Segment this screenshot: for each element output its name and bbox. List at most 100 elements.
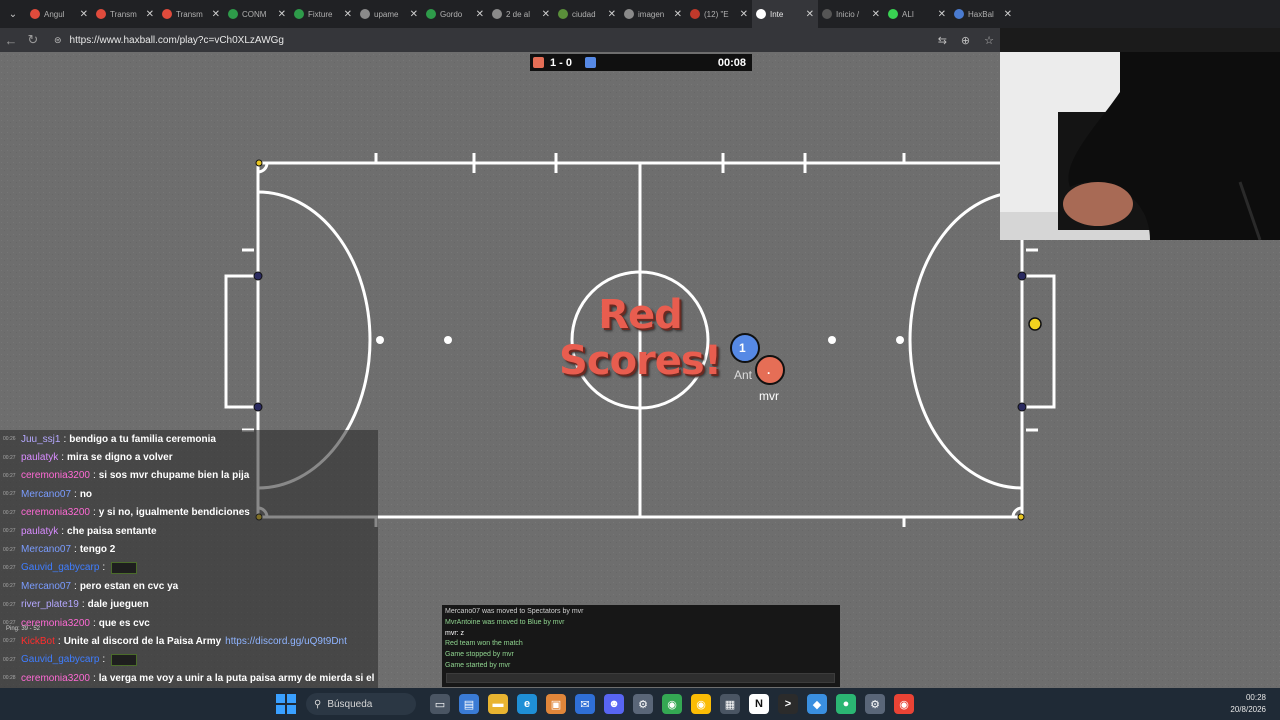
tab-favicon-icon <box>756 9 766 19</box>
browser-tab[interactable]: 2 de al ✕ <box>488 0 554 28</box>
zoom-icon[interactable]: ⊕ <box>961 34 970 47</box>
chat-username[interactable]: ceremonia3200 <box>21 673 90 684</box>
browser-tab[interactable]: HaxBal ✕ <box>950 0 1016 28</box>
close-tab-icon[interactable]: ✕ <box>410 9 418 20</box>
gear-app-app-icon[interactable]: ⚙ <box>865 694 885 714</box>
chat-username[interactable]: Mercano07 <box>21 581 71 592</box>
chat-message: 00:27 paulatyk: che paisa sentante <box>0 522 378 540</box>
taskbar-search[interactable]: ⚲ Búsqueda <box>306 693 416 715</box>
close-tab-icon[interactable]: ✕ <box>344 9 352 20</box>
app-green-app-icon[interactable]: ● <box>836 694 856 714</box>
player-red-number: . <box>767 363 771 377</box>
chat-timestamp: 00:27 <box>3 454 16 461</box>
close-tab-icon[interactable]: ✕ <box>740 9 748 20</box>
chrome-3-app-icon[interactable]: ◉ <box>894 694 914 714</box>
close-tab-icon[interactable]: ✕ <box>80 9 88 20</box>
close-tab-icon[interactable]: ✕ <box>674 9 682 20</box>
close-tab-icon[interactable]: ✕ <box>542 9 550 20</box>
notion-app-icon[interactable]: N <box>749 694 769 714</box>
chat-separator: : <box>57 635 61 647</box>
tab-favicon-icon <box>162 9 172 19</box>
browser-tab[interactable]: Gordo ✕ <box>422 0 488 28</box>
back-arrow-icon[interactable]: ← <box>0 33 22 48</box>
close-tab-icon[interactable]: ✕ <box>146 9 154 20</box>
match-timer: 00:08 <box>717 56 746 69</box>
close-tab-icon[interactable]: ✕ <box>212 9 220 20</box>
close-tab-icon[interactable]: ✕ <box>476 9 484 20</box>
task-view-app-icon[interactable]: ▭ <box>430 694 450 714</box>
chat-username[interactable]: paulatyk <box>21 526 58 537</box>
tab-label: Inicio / <box>836 9 860 19</box>
chat-username[interactable]: river_plate19 <box>21 599 79 610</box>
browser-tab[interactable]: Inicio / ✕ <box>818 0 884 28</box>
app-blue-app-icon[interactable]: ◆ <box>807 694 827 714</box>
terminal-app-icon[interactable]: > <box>778 694 798 714</box>
chat-separator: : <box>61 452 65 464</box>
close-tab-icon[interactable]: ✕ <box>938 9 946 20</box>
bookmark-star-icon[interactable]: ☆ <box>984 34 994 47</box>
tab-label: Gordo <box>440 9 463 19</box>
close-tab-icon[interactable]: ✕ <box>806 9 814 20</box>
chat-timestamp: 00:27 <box>3 509 16 516</box>
chrome-2-app-icon[interactable]: ◉ <box>691 694 711 714</box>
chat-username[interactable]: KickBot <box>21 636 55 647</box>
chat-timestamp: 00:27 <box>3 491 16 498</box>
browser-tab[interactable]: Transm ✕ <box>92 0 158 28</box>
address-url[interactable]: https://www.haxball.com/play?c=vCh0XLzAW… <box>70 35 284 46</box>
haxball-game-viewport[interactable]: 1 . Ant mvr Red Scores! 1 - 0 00:08 00:2… <box>0 52 1280 688</box>
chat-message: 00:27 paulatyk: mira se digno a volver <box>0 448 378 466</box>
start-button[interactable] <box>276 694 296 714</box>
room-log-line: Game started by mvr <box>445 661 511 669</box>
chat-username[interactable]: Mercano07 <box>21 489 71 500</box>
browser-tab[interactable]: ciudad ✕ <box>554 0 620 28</box>
settings-app-icon[interactable]: ⚙ <box>633 694 653 714</box>
translate-icon[interactable]: ⇆ <box>938 34 947 47</box>
edge-app-icon[interactable]: e <box>517 694 537 714</box>
browser-tab[interactable]: Fixture ✕ <box>290 0 356 28</box>
tab-label: Transm <box>110 9 137 19</box>
tab-label: Transm <box>176 9 203 19</box>
system-clock[interactable]: 00:28 20/8/2026 <box>1230 692 1266 716</box>
chat-username[interactable]: paulatyk <box>21 452 58 463</box>
chat-timestamp: 00:27 <box>3 656 16 663</box>
chat-text: si sos mvr chupame bien la pija <box>98 470 250 482</box>
room-log-line: mvr: z <box>445 629 465 637</box>
close-tab-icon[interactable]: ✕ <box>872 9 880 20</box>
ping-readout: Ping: 39 - 52 <box>6 626 41 632</box>
calculator-app-icon[interactable]: ▦ <box>720 694 740 714</box>
browser-tab-strip: ⌄ Angul ✕ Transm ✕ Transm ✕ CONM ✕ Fixture ✕ upame… <box>0 0 1280 28</box>
browser-tab[interactable]: Transm ✕ <box>158 0 224 28</box>
chat-link[interactable]: https://discord.gg/uQ9t9Dnt <box>225 636 347 647</box>
chat-username[interactable]: Mercano07 <box>21 544 71 555</box>
chat-username[interactable]: Juu_ssj1 <box>21 434 60 445</box>
chat-username[interactable]: ceremonia3200 <box>21 507 90 518</box>
browser-tab[interactable]: ALI ✕ <box>884 0 950 28</box>
browser-tab[interactable]: CONM ✕ <box>224 0 290 28</box>
close-tab-icon[interactable]: ✕ <box>1004 9 1012 20</box>
chrome-app-icon[interactable]: ◉ <box>662 694 682 714</box>
folder-app-icon[interactable]: ▬ <box>488 694 508 714</box>
chat-username[interactable]: Gauvid_gabycarp <box>21 654 99 665</box>
close-tab-icon[interactable]: ✕ <box>278 9 286 20</box>
site-info-icon[interactable]: ⊜ <box>54 35 62 46</box>
tab-search-chevron-icon[interactable]: ⌄ <box>0 0 26 28</box>
penalty-spot <box>896 336 904 344</box>
tab-favicon-icon <box>558 9 568 19</box>
store-app-icon[interactable]: ▤ <box>459 694 479 714</box>
chat-username[interactable]: Gauvid_gabycarp <box>21 562 99 573</box>
photos-app-icon[interactable]: ▣ <box>546 694 566 714</box>
close-tab-icon[interactable]: ✕ <box>608 9 616 20</box>
reload-icon[interactable]: ↻ <box>22 32 44 48</box>
room-chat-input[interactable] <box>446 673 835 683</box>
browser-tab[interactable]: Inte ✕ <box>752 0 818 28</box>
browser-tab[interactable]: upame ✕ <box>356 0 422 28</box>
discord-app-icon[interactable]: ☻ <box>604 694 624 714</box>
browser-tab[interactable]: Angul ✕ <box>26 0 92 28</box>
browser-tab[interactable]: imagen ✕ <box>620 0 686 28</box>
tab-favicon-icon <box>360 9 370 19</box>
chat-text: che paisa sentante <box>67 525 157 537</box>
mail-app-icon[interactable]: ✉ <box>575 694 595 714</box>
browser-tab[interactable]: (12) "E ✕ <box>686 0 752 28</box>
address-bar[interactable]: ⊜ https://www.haxball.com/play?c=vCh0XLz… <box>48 30 1000 50</box>
chat-username[interactable]: ceremonia3200 <box>21 470 90 481</box>
